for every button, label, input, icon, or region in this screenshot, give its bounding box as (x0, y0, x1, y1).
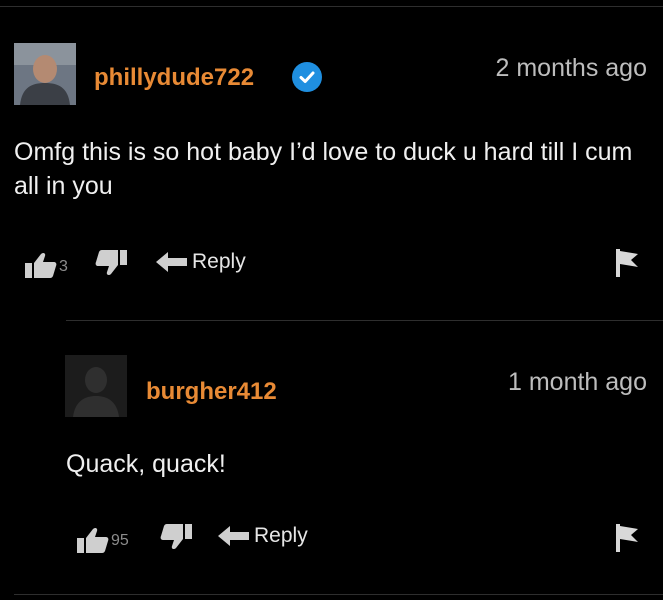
comment-text: Quack, quack! (66, 450, 226, 478)
reply-divider (66, 320, 663, 321)
username[interactable]: phillydude722 (94, 64, 254, 92)
reply-label: Reply (192, 250, 246, 273)
avatar[interactable] (65, 355, 127, 417)
comment-text: Omfg this is so hot baby I’d love to duc… (14, 138, 633, 200)
reply-label: Reply (254, 524, 308, 547)
reply-arrow-icon (156, 251, 188, 278)
avatar[interactable] (14, 43, 76, 105)
username[interactable]: burgher412 (146, 378, 277, 406)
like-count: 95 (111, 532, 129, 549)
thumbs-down-icon[interactable] (95, 249, 129, 282)
flag-icon[interactable] (614, 524, 640, 557)
thumbs-up-icon[interactable] (75, 526, 109, 559)
top-divider (0, 6, 663, 7)
flag-icon[interactable] (614, 249, 640, 282)
like-count: 3 (59, 258, 68, 275)
timestamp: 1 month ago (508, 368, 647, 396)
verified-icon (292, 62, 322, 92)
reply-arrow-icon (218, 525, 250, 552)
bottom-divider (14, 594, 663, 595)
thumbs-down-icon[interactable] (160, 523, 194, 556)
thumbs-up-icon[interactable] (23, 251, 57, 284)
timestamp: 2 months ago (495, 54, 648, 82)
